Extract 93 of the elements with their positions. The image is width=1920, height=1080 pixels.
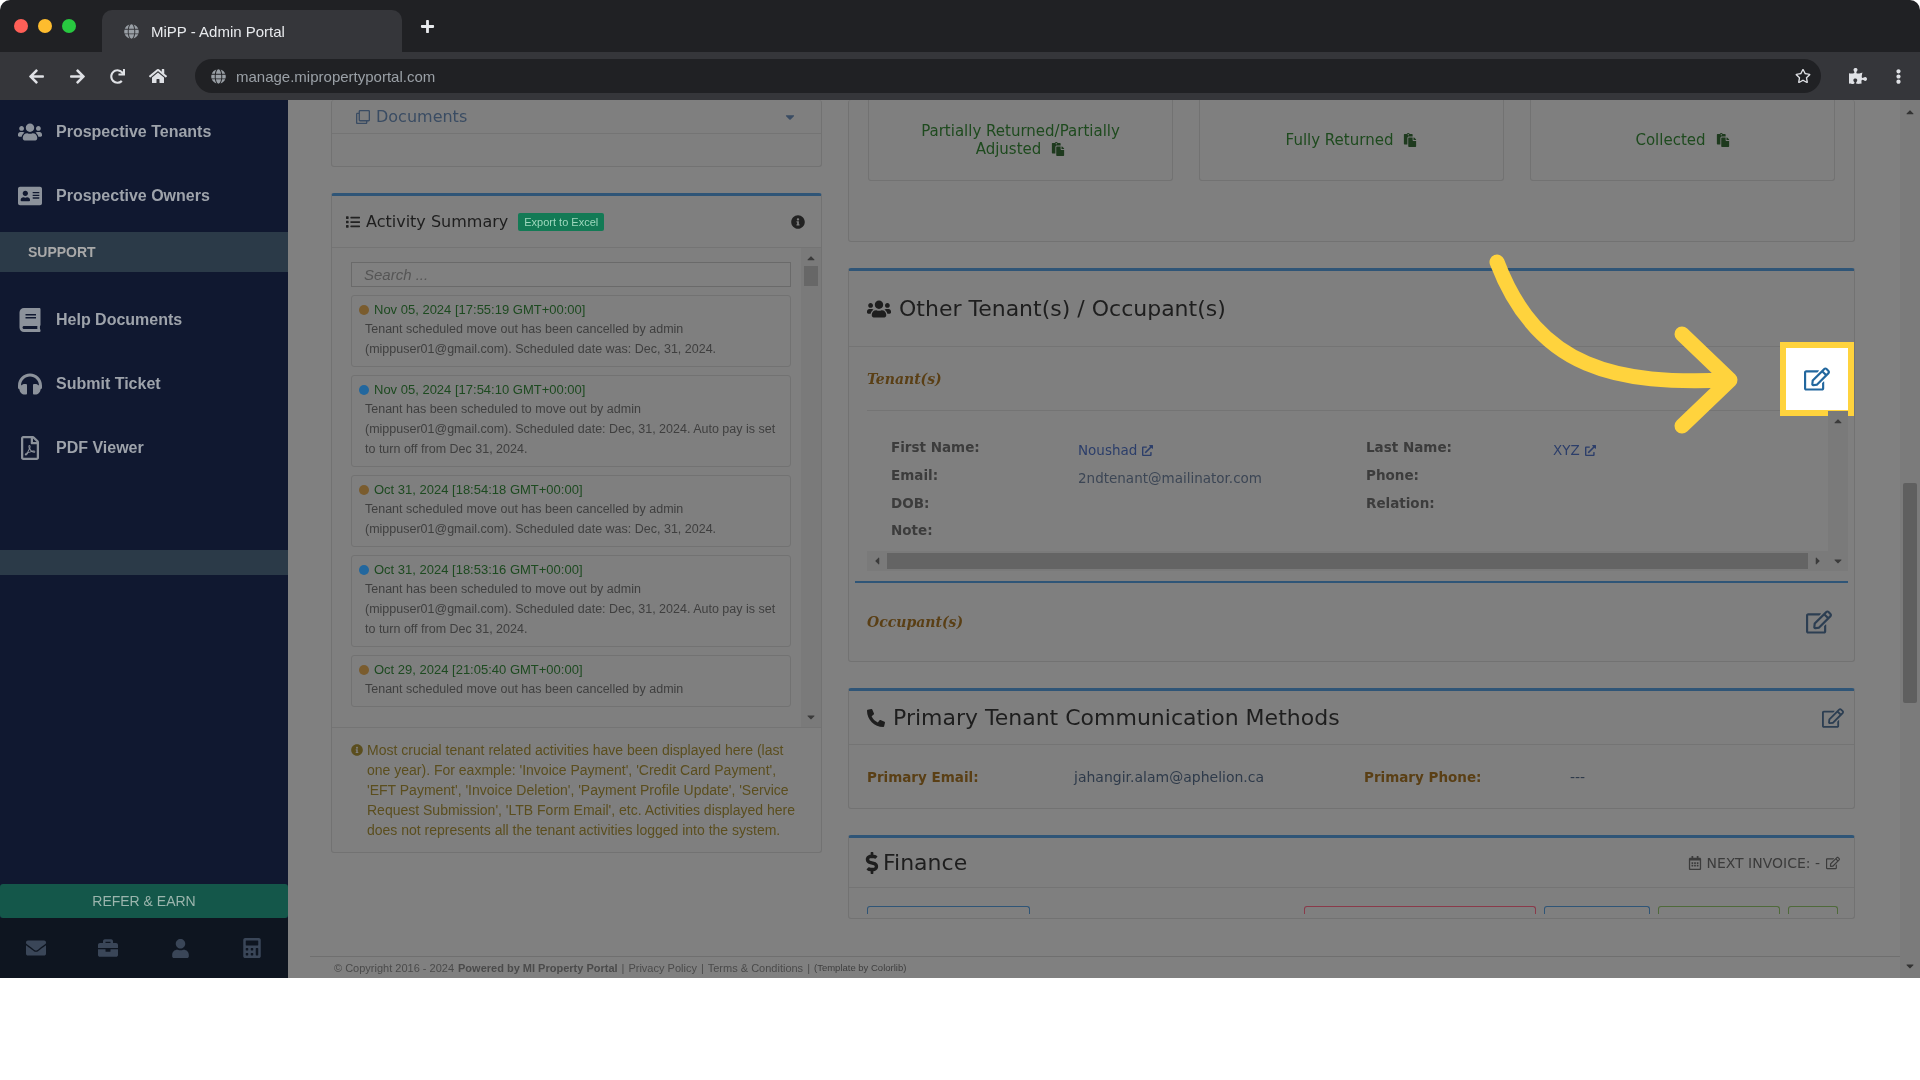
entry-text: Tenant scheduled move out has been cancelled by admin [364,681,685,698]
close-window-icon[interactable] [14,19,28,33]
info-icon [351,744,363,756]
entry-timestamp: Oct 31, 2024 [18:54:18 GMT+00:00] [374,482,583,497]
clipboard-icon[interactable] [1403,133,1418,147]
sidebar-item[interactable]: PDF Viewer [0,416,288,480]
panel-title: Primary Tenant Communication Methods [893,705,1341,730]
calculator-icon[interactable] [241,938,262,958]
next-invoice-label: NEXT INVOICE: - [1706,854,1820,871]
finance-tab[interactable] [1544,906,1650,914]
status-label: Partially Returned/Partially Adjusted [920,122,1121,158]
field-label: Phone: [1366,466,1420,485]
headphones-icon [18,372,42,396]
pdf-file-icon [18,436,42,460]
field-label: Last Name: [1366,439,1453,457]
globe-icon [124,23,139,39]
entry-text: Tenant scheduled move out has been cancelled by admin (mippuser01@gmail.com). Scheduled date was: Dec, 31, 2024. [364,501,718,538]
field-label: Email: [891,466,940,485]
id-card-icon [18,184,42,208]
documents-icon [356,109,370,124]
panel-title: Finance [883,850,969,875]
browser-tab[interactable]: MiPP - Admin Portal [102,10,402,52]
entry-text: Tenant scheduled move out has been cancelled by admin (mippuser01@gmail.com). Scheduled date was: Dec, 31, 2024. [364,321,718,358]
info-note: Most crucial tenant related activities have been displayed here (last one year). For eaxmple: 'Invoice Payment', 'Credit Card Payment', 'EFT Payment', 'Invoice Deletion', 'Payment Profile Update', 'Service Request Submission', 'LTB Form Email', etc. Activities displayed here does not represents all the tenant activities logged into the system. [367,741,796,840]
sidebar-item[interactable]: Submit Ticket [0,352,288,416]
back-icon[interactable] [28,67,45,85]
template-credit: (Template by Colorlib) [814,962,907,973]
forward-icon[interactable] [69,67,86,85]
phone-icon [867,708,885,727]
external-link-icon[interactable] [1142,444,1154,456]
finance-tab[interactable] [1658,906,1780,914]
entry-timestamp: Nov 05, 2024 [17:55:19 GMT+00:00] [374,302,586,317]
entry-text: Tenant has been scheduled to move out by admin (mippuser01@gmail.com). Scheduled date: Dec, 31, 2024. Auto pay is set to turn off from Dec 31, 2024. [364,401,777,458]
edit-button[interactable] [1822,706,1844,729]
maximize-window-icon[interactable] [62,19,76,33]
list-icon [346,214,360,229]
edit-icon[interactable] [1804,365,1830,392]
field-value: --- [1570,768,1587,785]
refer-and-earn-button[interactable]: REFER & EARN [0,884,288,918]
page-scrollbar[interactable] [1900,100,1920,978]
status-label: Fully Returned [1285,131,1418,149]
separator: | [621,961,625,974]
scrollbar[interactable] [1828,411,1848,571]
info-icon[interactable] [791,214,805,229]
entry-timestamp: Oct 29, 2024 [21:05:40 GMT+00:00] [374,662,583,677]
field-label: DOB: [891,494,931,513]
separator: | [807,961,810,974]
finance-tab[interactable] [1304,906,1536,914]
entry-text: Tenant has been scheduled to move out by admin (mippuser01@gmail.com). Scheduled date: Dec, 31, 2024. Auto pay is set to turn off from Dec 31, 2024. [364,581,777,638]
field-label: Note: [891,522,934,541]
clipboard-icon[interactable] [1051,142,1066,156]
field-value: jahangir.alam@aphelion.ca [1074,768,1266,785]
bookmark-star-icon[interactable] [1795,68,1811,84]
envelope-icon[interactable] [26,938,47,958]
panel-title: Other Tenant(s) / Occupant(s) [899,296,1227,321]
globe-icon [211,68,226,84]
field-label: First Name: [891,439,981,457]
separator: | [700,961,704,974]
edit-icon[interactable] [1826,855,1840,870]
book-icon [18,308,42,332]
address-bar[interactable]: manage.mipropertyportal.com [195,59,1821,93]
sidebar-section-header: SUPPORT [0,232,288,272]
sidebar-item[interactable]: Help Documents [0,288,288,352]
finance-tab[interactable] [1788,906,1838,914]
new-tab-icon[interactable] [420,18,435,34]
clipboard-icon[interactable] [1715,133,1730,147]
edit-button[interactable] [1780,341,1854,416]
home-icon[interactable] [149,67,167,85]
field-label: Primary Email: [867,768,980,785]
scrollbar-thumb[interactable] [1903,483,1917,703]
edit-button[interactable] [1806,609,1832,635]
user-icon[interactable] [170,938,190,958]
scrollbar[interactable] [801,248,821,727]
entry-timestamp: Nov 05, 2024 [17:54:10 GMT+00:00] [374,382,586,397]
puzzle-piece-icon[interactable] [1849,67,1867,85]
minimize-window-icon[interactable] [38,19,52,33]
briefcase-icon[interactable] [98,938,119,958]
section-label: Occupant(s) [867,614,964,630]
status-label: Collected [1635,131,1730,149]
panel-title: Activity Summary [366,212,509,231]
finance-tab[interactable] [867,906,1030,914]
horizontal-scrollbar[interactable] [867,551,1828,571]
field-label: Primary Phone: [1364,768,1483,785]
calendar-icon [1688,855,1703,870]
external-link-icon[interactable] [1584,444,1596,456]
export-button[interactable]: Export to Excel [518,212,605,231]
sidebar-item[interactable]: Prospective Owners [0,164,288,228]
reload-icon[interactable] [110,68,125,84]
field-label: Relation: [1366,494,1436,513]
entry-timestamp: Oct 31, 2024 [18:53:16 GMT+00:00] [374,562,583,577]
sidebar-item[interactable]: Prospective Tenants [0,100,288,164]
section-label: Tenant(s) [867,370,942,387]
field-value: 2ndtenant@mailinator.com [1078,469,1262,489]
